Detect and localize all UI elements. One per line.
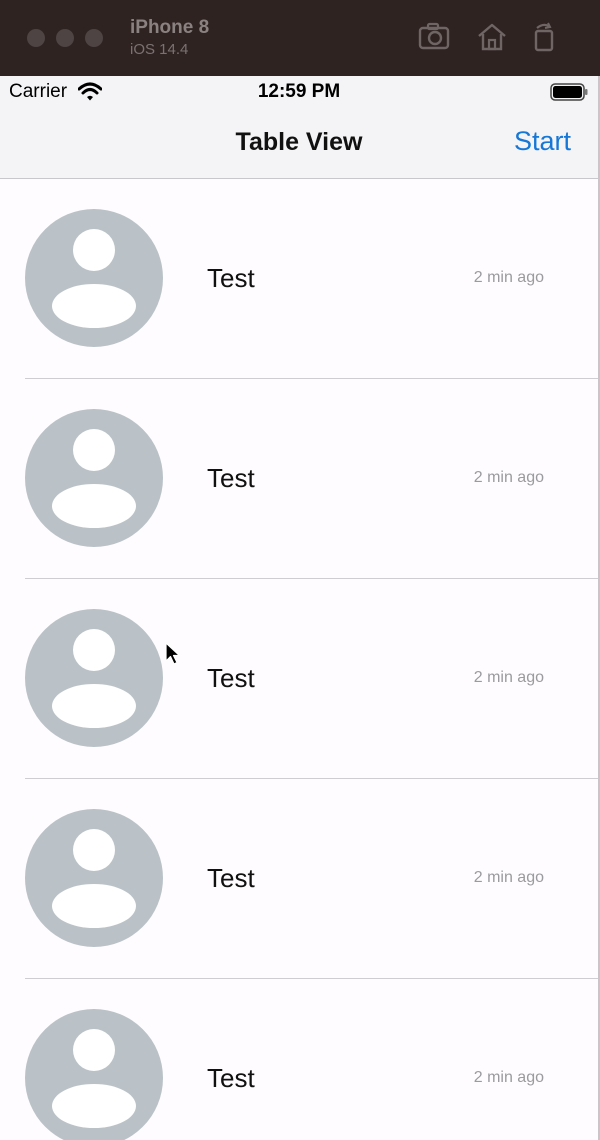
row-timestamp: 2 min ago bbox=[473, 469, 544, 486]
page-title: Table View bbox=[235, 128, 363, 156]
person-placeholder-icon bbox=[25, 809, 163, 947]
close-window-button[interactable] bbox=[27, 29, 45, 47]
home-icon bbox=[478, 23, 506, 51]
navigation-bar: Table View Start bbox=[0, 108, 598, 179]
table-row[interactable]: Test 2 min ago bbox=[0, 779, 598, 979]
row-title: Test bbox=[207, 263, 255, 293]
clock: 12:59 PM bbox=[257, 81, 341, 102]
row-title: Test bbox=[207, 863, 255, 893]
zoom-window-button[interactable] bbox=[85, 29, 103, 47]
person-placeholder-icon bbox=[25, 1009, 163, 1140]
battery-icon bbox=[550, 83, 588, 101]
table-row[interactable]: Test 2 min ago bbox=[0, 379, 598, 579]
person-placeholder-icon bbox=[25, 209, 163, 347]
rotate-button[interactable] bbox=[529, 22, 563, 52]
table-view[interactable]: Test 2 min ago Test 2 min ago Test 2 min… bbox=[0, 179, 598, 1140]
device-name: iPhone 8 bbox=[130, 17, 210, 38]
home-button[interactable] bbox=[475, 22, 509, 52]
person-placeholder-icon bbox=[25, 609, 163, 747]
phone-screen: Carrier 12:59 PM Table View Start Test 2… bbox=[0, 76, 598, 1140]
rotate-icon bbox=[534, 22, 554, 52]
status-bar: Carrier 12:59 PM bbox=[0, 76, 598, 108]
row-title: Test bbox=[207, 663, 255, 693]
mouse-cursor-icon bbox=[165, 642, 181, 665]
table-row[interactable]: Test 2 min ago bbox=[0, 979, 598, 1140]
row-timestamp: 2 min ago bbox=[473, 869, 544, 886]
screenshot-icon bbox=[418, 22, 450, 50]
start-button[interactable]: Start bbox=[514, 126, 571, 157]
simulator-title-bar: iPhone 8 iOS 14.4 bbox=[0, 0, 600, 76]
minimize-window-button[interactable] bbox=[56, 29, 74, 47]
row-timestamp: 2 min ago bbox=[473, 269, 544, 286]
table-row[interactable]: Test 2 min ago bbox=[0, 579, 598, 779]
person-placeholder-icon bbox=[25, 409, 163, 547]
row-timestamp: 2 min ago bbox=[473, 1069, 544, 1086]
device-os-version: iOS 14.4 bbox=[130, 41, 189, 58]
row-title: Test bbox=[207, 463, 255, 493]
table-row[interactable]: Test 2 min ago bbox=[0, 179, 598, 379]
screenshot-button[interactable] bbox=[418, 22, 452, 52]
row-timestamp: 2 min ago bbox=[473, 669, 544, 686]
row-title: Test bbox=[207, 1063, 255, 1093]
